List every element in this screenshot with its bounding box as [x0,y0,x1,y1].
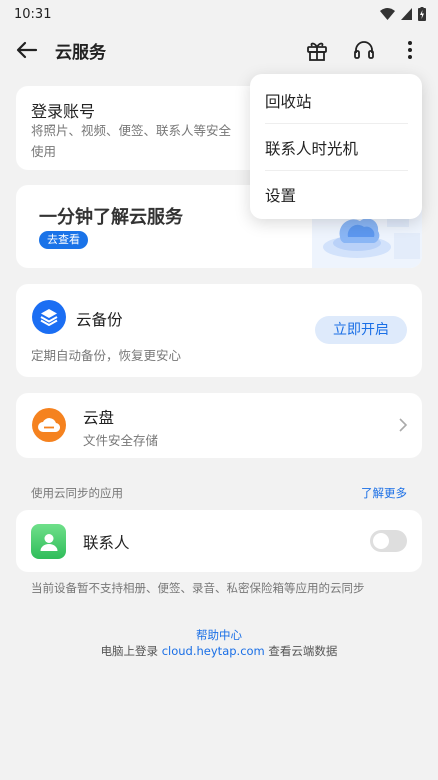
cloud-disk-icon [32,408,66,442]
footer-prefix: 电脑上登录 [100,644,162,658]
gift-button[interactable] [304,37,330,63]
footer-text: 电脑上登录 cloud.heytap.com 查看云端数据 [0,643,438,659]
footer-suffix: 查看云端数据 [264,644,338,658]
contacts-title: 联系人 [83,534,130,552]
overflow-menu: 回收站 联系人时光机 设置 [250,74,422,219]
cloud-disk-card[interactable]: 云盘 文件安全存储 [16,393,422,458]
contacts-icon [31,524,66,559]
promo-title: 一分钟了解云服务 [39,207,183,228]
disk-description: 文件安全存储 [83,433,159,448]
back-button[interactable] [14,37,40,63]
menu-item-recycle-bin[interactable]: 回收站 [265,90,312,112]
app-bar: 云服务 [0,28,438,72]
headset-icon [354,41,374,59]
contacts-sync-row[interactable]: 联系人 [16,510,422,572]
support-button[interactable] [351,37,377,63]
cloud-backup-card[interactable]: 云备份 定期自动备份，恢复更安心 立即开启 [16,284,422,377]
help-center-link[interactable]: 帮助中心 [0,627,438,643]
login-description: 将照片、视频、便签、联系人等安全 [31,123,232,138]
enable-backup-button[interactable]: 立即开启 [315,316,407,344]
chevron-right-icon [399,418,408,432]
gift-icon [307,42,327,61]
sync-section-label: 使用云同步的应用 [31,486,123,500]
toggle-knob [373,533,389,549]
sync-note: 当前设备暂不支持相册、便签、录音、私密保险箱等应用的云同步 [31,581,365,595]
more-options-button[interactable] [397,37,423,63]
more-vertical-icon [408,41,412,59]
menu-item-contacts-time-machine[interactable]: 联系人时光机 [265,137,358,159]
battery-icon [418,7,426,21]
backup-layers-icon [32,300,66,334]
menu-divider [265,123,408,124]
status-bar: 10:31 [0,0,438,28]
signal-icon [401,8,412,20]
backup-title: 云备份 [76,311,123,329]
page-title: 云服务 [55,43,106,63]
back-arrow-icon [16,41,38,59]
promo-view-button[interactable]: 去查看 [39,231,88,249]
menu-item-settings[interactable]: 设置 [265,184,296,206]
learn-more-link[interactable]: 了解更多 [361,485,407,501]
backup-description: 定期自动备份，恢复更安心 [31,348,182,363]
login-title: 登录账号 [31,102,96,121]
menu-divider [265,170,408,171]
wifi-icon [380,8,395,20]
disk-title: 云盘 [83,409,115,427]
login-description-continued: 使用 [31,144,57,159]
contacts-sync-toggle[interactable] [370,530,407,552]
status-icons [380,7,426,21]
status-time: 10:31 [14,6,52,22]
cloud-website-link[interactable]: cloud.heytap.com [162,644,265,658]
